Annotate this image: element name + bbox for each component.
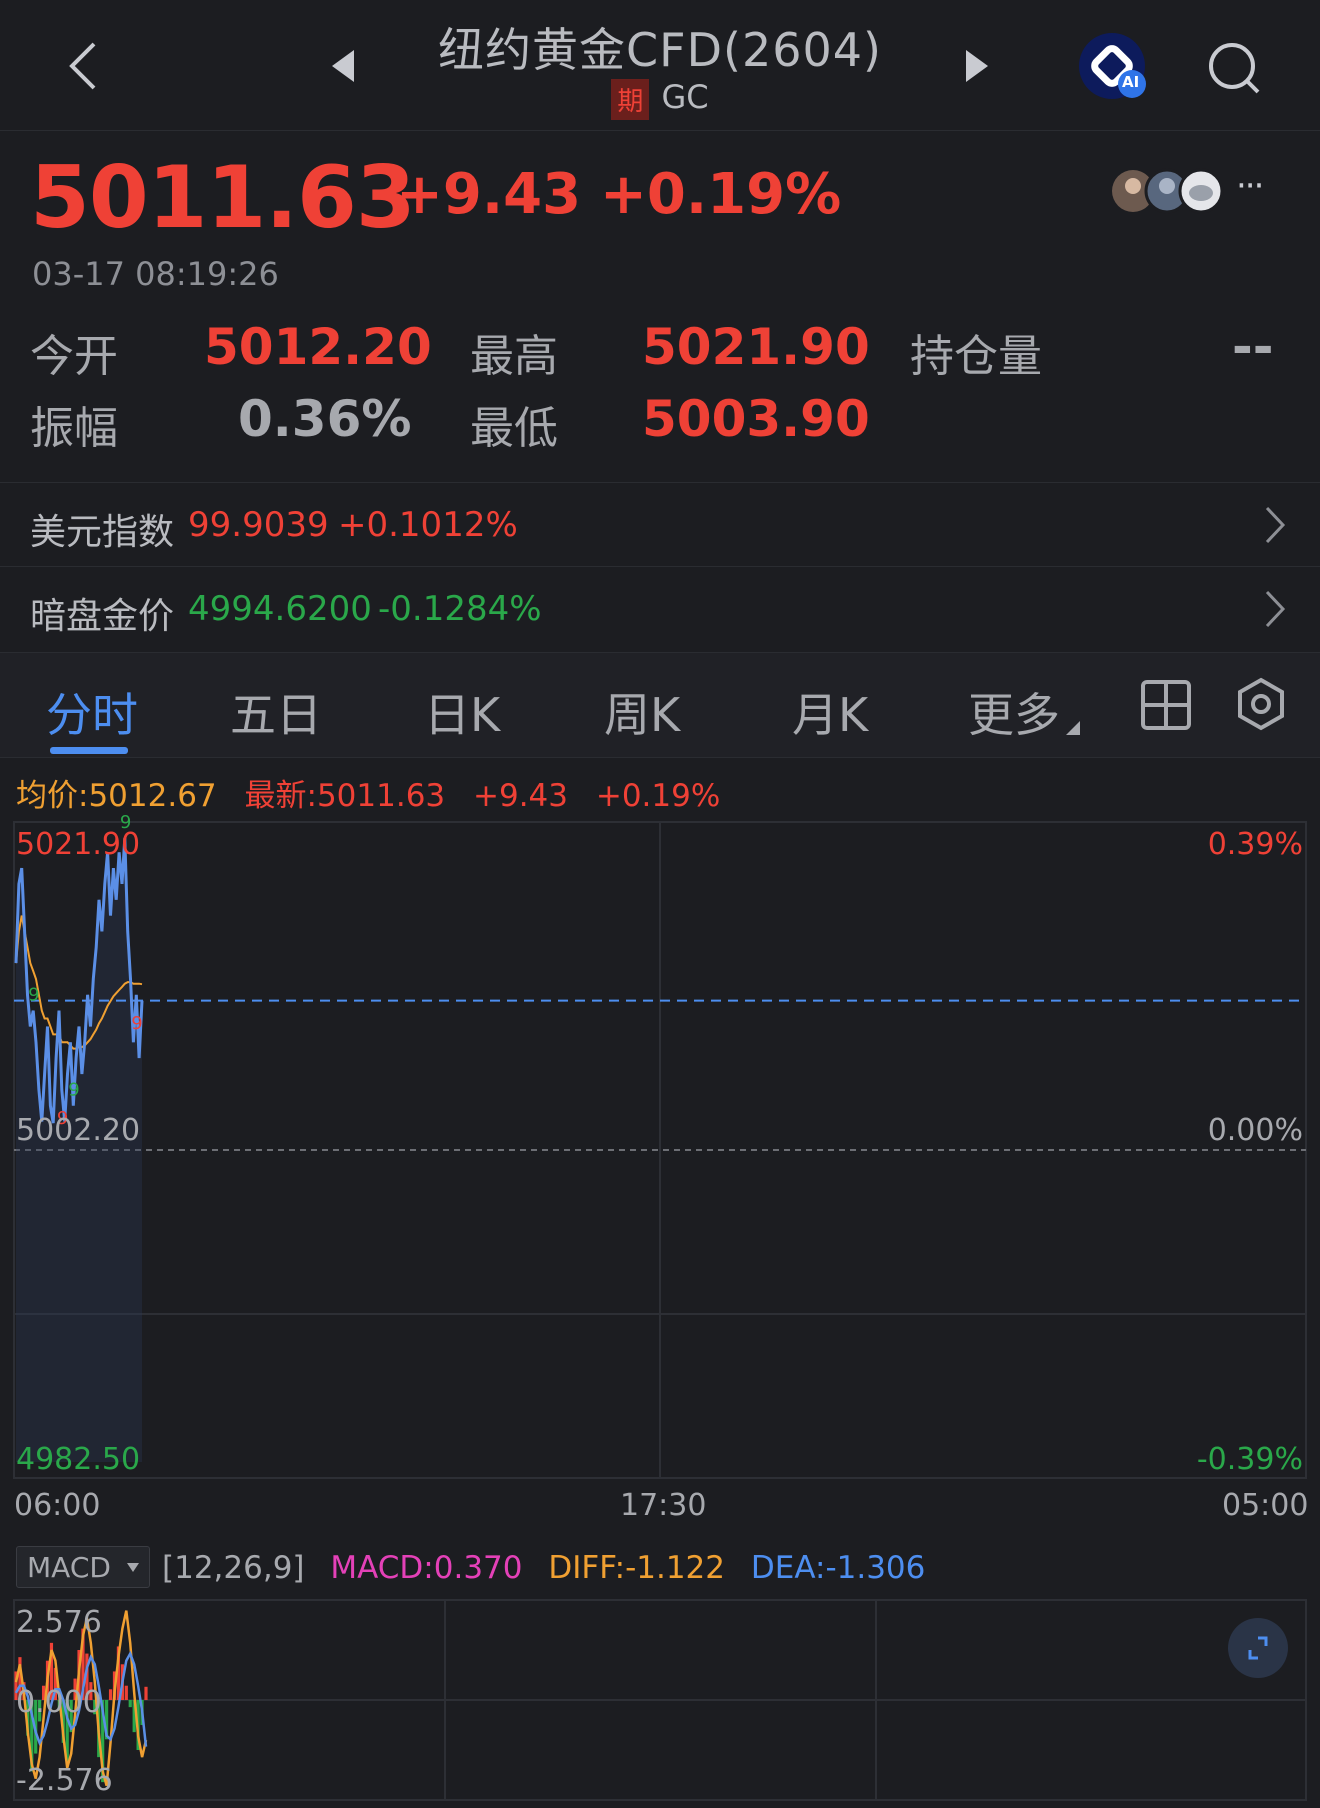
- macd-bar: [132, 1700, 136, 1733]
- macd-bar: [49, 1642, 54, 1700]
- macd-plot: [14, 1610, 148, 1787]
- macd-bar: [45, 1660, 50, 1700]
- signal-marker: 9: [131, 1013, 142, 1034]
- macd-bar: [65, 1700, 69, 1765]
- macd-bar: [85, 1653, 89, 1700]
- macd-bar: [22, 1682, 26, 1700]
- macd-bar: [120, 1664, 124, 1700]
- signal-marker: 9: [28, 985, 39, 1006]
- dropdown-arrow-icon: [127, 1563, 139, 1572]
- macd-value: MACD:0.370: [330, 1550, 523, 1586]
- expand-icon: [1248, 1636, 1268, 1660]
- x-label-mid: 17:30: [620, 1488, 707, 1523]
- indicator-selector[interactable]: MACD: [16, 1546, 150, 1588]
- macd-bar: [136, 1700, 140, 1750]
- price-area: [16, 838, 142, 1462]
- pct-axis-mid: 0.00%: [1208, 1113, 1303, 1148]
- macd-bar: [38, 1700, 42, 1722]
- macd-bar: [89, 1682, 93, 1700]
- macd-axis-mid: 0.000: [16, 1685, 102, 1720]
- macd-bar: [144, 1686, 148, 1700]
- price-axis-bottom: 4982.50: [16, 1442, 140, 1477]
- macd-bar: [101, 1700, 105, 1783]
- macd-bar: [112, 1671, 117, 1700]
- macd-axis-bottom: -2.576: [16, 1763, 113, 1798]
- macd-frame: [13, 1599, 1307, 1801]
- macd-bar: [116, 1646, 121, 1700]
- macd-axis-top: 2.576: [16, 1605, 102, 1640]
- macd-bar: [61, 1700, 65, 1743]
- macd-bar: [57, 1700, 61, 1711]
- macd-bar: [53, 1667, 57, 1700]
- pct-axis-bottom: -0.39%: [1197, 1442, 1303, 1477]
- x-label-start: 06:00: [14, 1488, 101, 1523]
- macd-bar: [18, 1657, 22, 1700]
- pct-axis-top: 0.39%: [1208, 827, 1303, 862]
- macd-bar: [93, 1700, 97, 1715]
- macd-params: [12,26,9]: [162, 1550, 305, 1586]
- macd-bar: [128, 1700, 132, 1708]
- macd-bar: [81, 1628, 85, 1700]
- macd-bar: [73, 1678, 77, 1700]
- macd-bar: [26, 1700, 30, 1736]
- diff-line: [14, 1610, 148, 1787]
- macd-bar: [77, 1650, 81, 1700]
- price-axis-top: 5021.90: [16, 827, 140, 862]
- indicator-name: MACD: [27, 1551, 111, 1584]
- price-axis-mid: 5002.20: [16, 1113, 140, 1148]
- macd-bar: [97, 1700, 101, 1758]
- macd-bar: [105, 1700, 109, 1740]
- macd-bar: [14, 1671, 18, 1700]
- dea-value: DEA:-1.306: [750, 1550, 926, 1586]
- expand-chart-button[interactable]: [1228, 1618, 1288, 1678]
- macd-bar: [108, 1689, 113, 1700]
- intraday-chart[interactable]: 99999 5021.90 5002.20 4982.50 0.39% 0.00…: [0, 0, 1320, 1500]
- macd-bar: [30, 1700, 34, 1772]
- x-label-end: 05:00: [1222, 1488, 1309, 1523]
- macd-bar: [124, 1685, 128, 1700]
- dea-line: [14, 1650, 148, 1747]
- macd-bar: [34, 1700, 38, 1754]
- macd-legend: [12,26,9] MACD:0.370 DIFF:-1.122 DEA:-1.…: [162, 1550, 925, 1586]
- macd-bar: [69, 1700, 73, 1733]
- diff-value: DIFF:-1.122: [548, 1550, 726, 1586]
- macd-bar: [41, 1685, 46, 1700]
- macd-bar: [140, 1700, 144, 1725]
- signal-marker: 9: [68, 1080, 79, 1101]
